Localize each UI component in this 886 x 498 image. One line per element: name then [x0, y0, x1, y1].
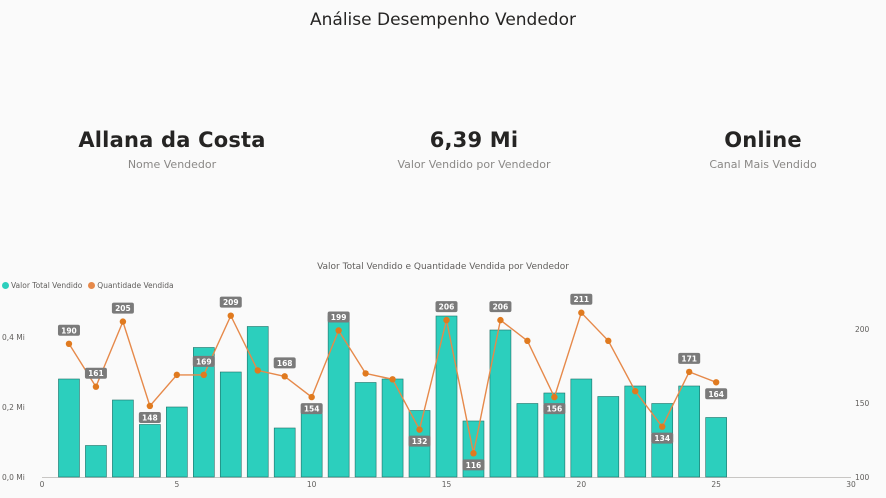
- x-tick-label: 10: [307, 480, 317, 489]
- line-point[interactable]: [416, 426, 423, 433]
- bar[interactable]: [219, 371, 242, 478]
- bar[interactable]: [624, 385, 647, 478]
- bar[interactable]: [166, 406, 188, 478]
- data-label: 164: [708, 390, 724, 399]
- line-point[interactable]: [686, 368, 693, 376]
- x-tick-label: 15: [442, 480, 452, 489]
- x-tick-label: 30: [846, 480, 856, 489]
- data-label: 116: [466, 461, 482, 470]
- data-label: 132: [412, 437, 428, 446]
- combo-chart: 0,0 Mi 0,2 Mi 0,4 Mi 100 150 200 0 5 10 15 20 25 30 1…: [2, 293, 870, 489]
- y-left-tick-label: 0,4 Mi: [2, 333, 25, 342]
- line-point[interactable]: [65, 340, 73, 347]
- line-point[interactable]: [605, 337, 612, 345]
- bar[interactable]: [139, 424, 161, 478]
- bar[interactable]: [85, 445, 107, 478]
- bar[interactable]: [58, 378, 80, 478]
- line-point[interactable]: [173, 371, 181, 379]
- x-tick-label: 0: [40, 480, 45, 489]
- data-label: 209: [223, 298, 239, 307]
- bar[interactable]: [570, 378, 593, 478]
- bar[interactable]: [597, 396, 620, 478]
- y-right-tick-label: 150: [855, 399, 870, 408]
- y-right-tick-label: 200: [855, 325, 870, 334]
- x-tick-label: 25: [711, 480, 721, 489]
- data-label: 156: [547, 405, 563, 414]
- line-point[interactable]: [578, 309, 585, 316]
- data-label: 190: [61, 326, 77, 335]
- bar[interactable]: [300, 410, 323, 478]
- data-label: 205: [115, 304, 131, 313]
- bar[interactable]: [516, 403, 539, 478]
- bar[interactable]: [678, 385, 701, 478]
- bar[interactable]: [112, 399, 134, 478]
- data-label: 199: [331, 313, 347, 322]
- data-label: 206: [439, 303, 455, 312]
- data-label: 148: [142, 413, 158, 422]
- bar[interactable]: [327, 315, 350, 478]
- line-point[interactable]: [443, 316, 450, 324]
- line-point[interactable]: [146, 402, 154, 410]
- x-tick-label: 20: [577, 480, 587, 489]
- data-label: 161: [88, 369, 104, 378]
- data-label: 134: [654, 434, 670, 443]
- x-tick-label: 5: [174, 480, 179, 489]
- bar[interactable]: [354, 382, 377, 478]
- data-label: 171: [681, 354, 697, 363]
- line-point[interactable]: [335, 327, 342, 334]
- bar[interactable]: [273, 427, 296, 478]
- data-label: 154: [304, 405, 320, 414]
- line-point[interactable]: [254, 367, 261, 374]
- data-label: 168: [277, 359, 293, 368]
- y-left-tick-label: 0,0 Mi: [2, 473, 25, 482]
- line-point[interactable]: [200, 371, 207, 379]
- line-point[interactable]: [524, 337, 531, 345]
- bar[interactable]: [246, 326, 269, 478]
- data-label: 211: [574, 295, 590, 304]
- line-point[interactable]: [659, 423, 666, 430]
- bar[interactable]: [489, 329, 512, 478]
- y-left-tick-label: 0,2 Mi: [2, 403, 25, 412]
- line-point[interactable]: [119, 318, 127, 325]
- line-point[interactable]: [632, 387, 639, 395]
- line-point[interactable]: [362, 370, 369, 377]
- bar[interactable]: [193, 347, 215, 478]
- line-point[interactable]: [92, 383, 100, 390]
- line-point[interactable]: [389, 376, 396, 383]
- line-point[interactable]: [497, 316, 504, 324]
- bar[interactable]: [435, 315, 458, 478]
- data-label: 169: [196, 357, 212, 366]
- bar[interactable]: [705, 417, 727, 478]
- line-point[interactable]: [227, 312, 234, 319]
- y-right-tick-label: 100: [855, 473, 870, 482]
- data-label: 206: [493, 303, 509, 312]
- line-point[interactable]: [470, 450, 477, 457]
- line-point[interactable]: [308, 393, 315, 401]
- line-point[interactable]: [281, 373, 288, 380]
- line-point[interactable]: [551, 393, 558, 401]
- line-point[interactable]: [712, 379, 720, 386]
